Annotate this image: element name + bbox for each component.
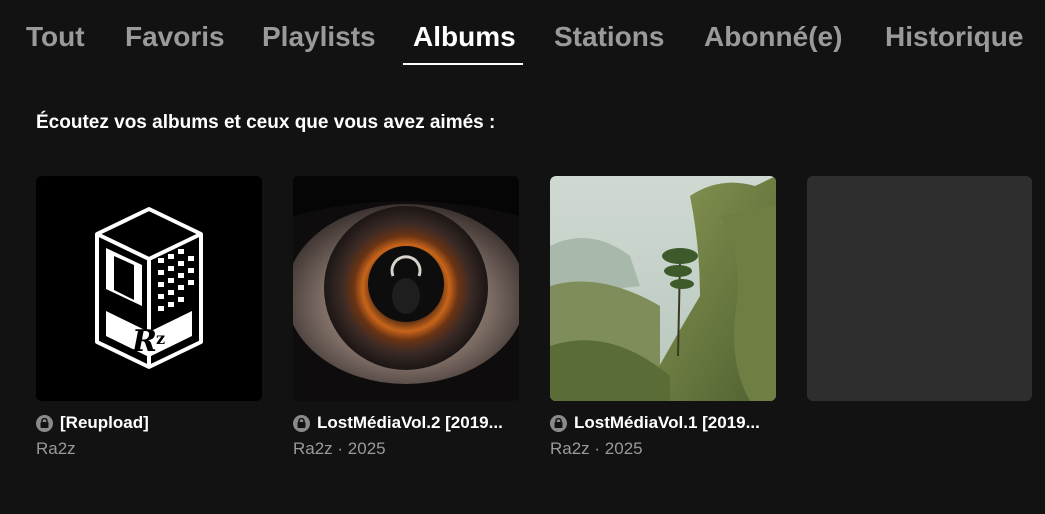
album-title[interactable]: LostMédiaVol.2 [2019... <box>317 413 503 433</box>
section-heading: Écoutez vos albums et ceux que vous avez… <box>36 112 496 133</box>
album-cover-r2z-logo[interactable]: R z <box>36 176 262 401</box>
tab-tout[interactable]: Tout <box>26 20 85 54</box>
tab-historique[interactable]: Historique <box>885 20 1023 54</box>
album-card[interactable]: LostMédiaVol.2 [2019... Ra2z · 2025 <box>293 176 519 459</box>
active-tab-indicator <box>403 63 523 65</box>
lock-icon <box>550 414 567 432</box>
library-tabs: Tout Favoris Playlists Albums Stations A… <box>0 0 1045 66</box>
album-subtitle[interactable]: Ra2z <box>36 439 262 459</box>
album-title[interactable]: [Reupload] <box>60 413 149 433</box>
tab-albums[interactable]: Albums <box>413 20 516 54</box>
svg-text:R: R <box>131 324 157 359</box>
tab-abonne[interactable]: Abonné(e) <box>704 20 842 54</box>
lock-icon <box>36 414 53 432</box>
album-title[interactable]: LostMédiaVol.1 [2019... <box>574 413 760 433</box>
svg-text:z: z <box>156 329 165 348</box>
r2z-logo-icon: R z <box>36 176 262 401</box>
lock-icon <box>293 414 310 432</box>
eye-artwork-icon <box>293 176 519 401</box>
tab-favoris[interactable]: Favoris <box>125 20 225 54</box>
library-page: Tout Favoris Playlists Albums Stations A… <box>0 0 1045 514</box>
album-placeholder <box>807 176 1032 401</box>
album-subtitle[interactable]: Ra2z · 2025 <box>550 439 776 459</box>
album-card[interactable]: R z [Reupload] Ra2z <box>36 176 262 459</box>
album-title-row: [Reupload] <box>36 413 262 433</box>
album-title-row: LostMédiaVol.2 [2019... <box>293 413 519 433</box>
tab-stations[interactable]: Stations <box>554 20 664 54</box>
album-cover-landscape[interactable] <box>550 176 776 401</box>
album-card[interactable]: LostMédiaVol.1 [2019... Ra2z · 2025 <box>550 176 776 459</box>
album-subtitle[interactable]: Ra2z · 2025 <box>293 439 519 459</box>
tab-playlists[interactable]: Playlists <box>262 20 376 54</box>
album-cover-eye[interactable] <box>293 176 519 401</box>
landscape-artwork-icon <box>550 176 776 401</box>
album-title-row: LostMédiaVol.1 [2019... <box>550 413 776 433</box>
